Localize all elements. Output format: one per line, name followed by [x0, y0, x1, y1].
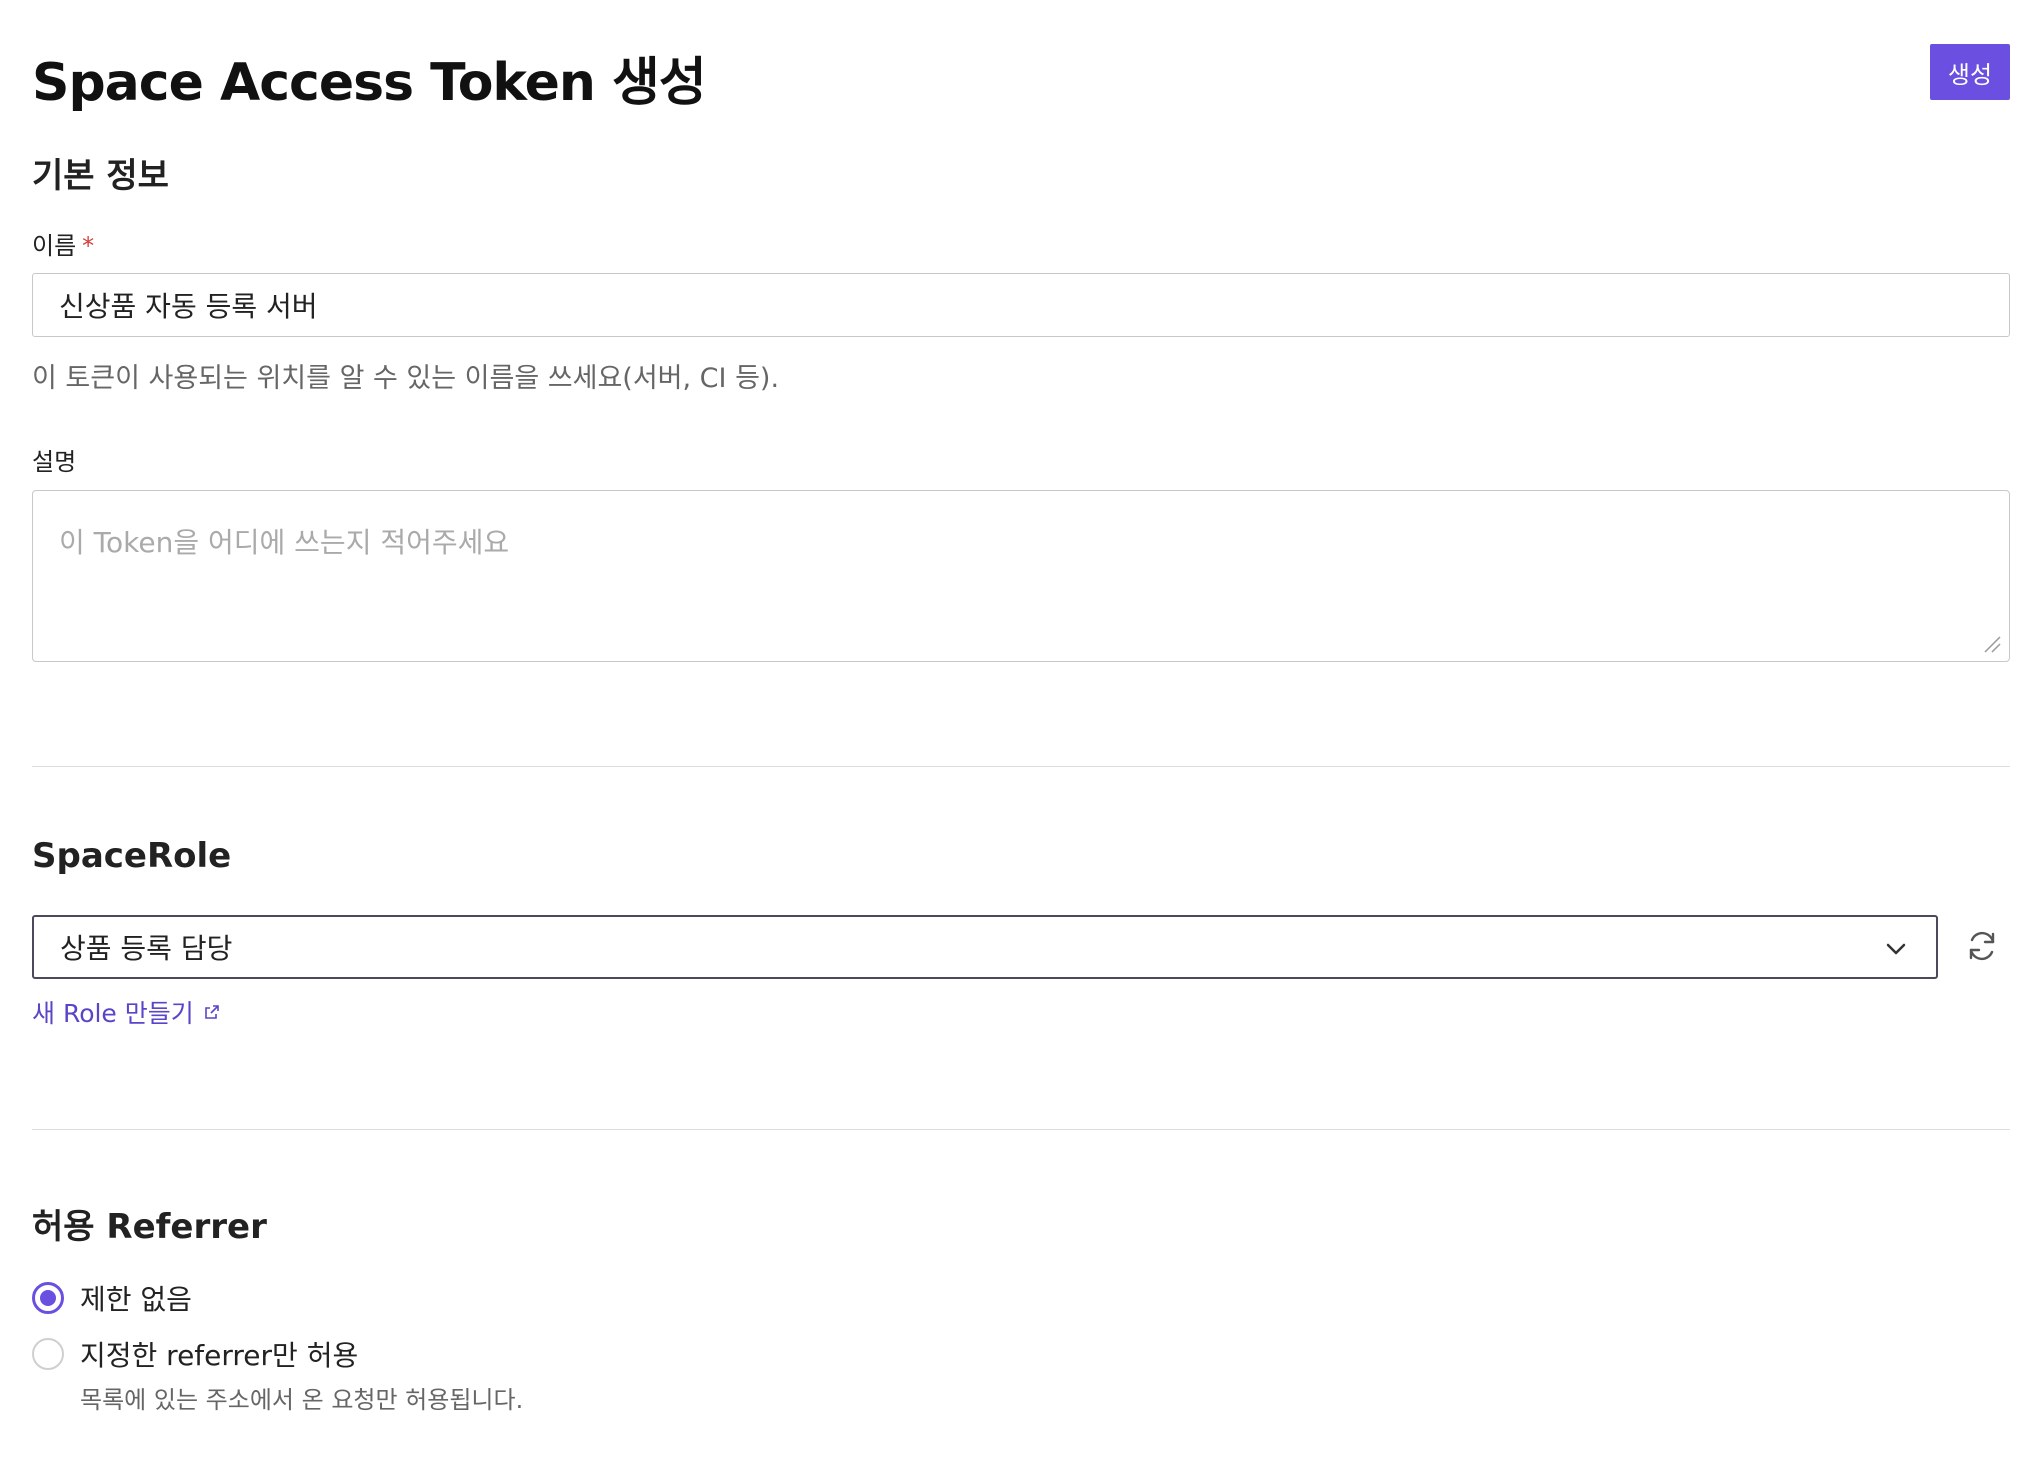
radio-button-unchecked[interactable] [32, 1338, 64, 1370]
radio-label: 제한 없음 [80, 1283, 192, 1316]
referrer-section-title: 허용 Referrer [32, 1207, 267, 1247]
basic-info-section-title: 기본 정보 [32, 156, 169, 196]
spacerole-select[interactable]: 상품 등록 담당 [32, 915, 1938, 979]
radio-no-restriction[interactable]: 제한 없음 [32, 1278, 192, 1318]
description-placeholder: 이 Token을 어디에 쓰는지 적어주세요 [59, 526, 510, 559]
section-divider [32, 1129, 2010, 1130]
spacerole-selected-value: 상품 등록 담당 [60, 932, 233, 965]
name-input-value: 신상품 자동 등록 서버 [59, 290, 318, 323]
new-role-link-text: 새 Role 만들기 [32, 999, 194, 1028]
radio-label: 지정한 referrer만 허용 [80, 1339, 359, 1372]
external-link-icon [204, 1005, 219, 1019]
description-textarea[interactable]: 이 Token을 어디에 쓰는지 적어주세요 [32, 490, 2010, 662]
name-label: 이름 * [32, 226, 94, 261]
radio-button-checked[interactable] [32, 1282, 64, 1314]
resize-grip-icon[interactable] [1981, 633, 2001, 653]
token-create-page: Space Access Token 생성 생성 기본 정보 이름 * 신상품 자… [0, 0, 2032, 1474]
required-mark: * [82, 232, 95, 260]
radio-specified-referrer[interactable]: 지정한 referrer만 허용 [32, 1334, 358, 1374]
name-input[interactable]: 신상품 자동 등록 서버 [32, 273, 2010, 337]
name-help-text: 이 토큰이 사용되는 위치를 알 수 있는 이름을 쓰세요(서버, CI 등). [32, 363, 780, 394]
page-title: Space Access Token 생성 [32, 53, 707, 113]
chevron-down-icon [1886, 943, 1906, 955]
new-role-link[interactable]: 새 Role 만들기 [32, 994, 220, 1030]
spacerole-section-title: SpaceRole [32, 836, 232, 876]
name-label-text: 이름 [32, 232, 77, 260]
refresh-icon[interactable] [1964, 928, 2000, 964]
section-divider [32, 766, 2010, 767]
radio-sublabel: 목록에 있는 주소에서 온 요청만 허용됩니다. [80, 1386, 524, 1414]
description-label: 설명 [32, 448, 77, 476]
create-button[interactable]: 생성 [1930, 44, 2010, 100]
